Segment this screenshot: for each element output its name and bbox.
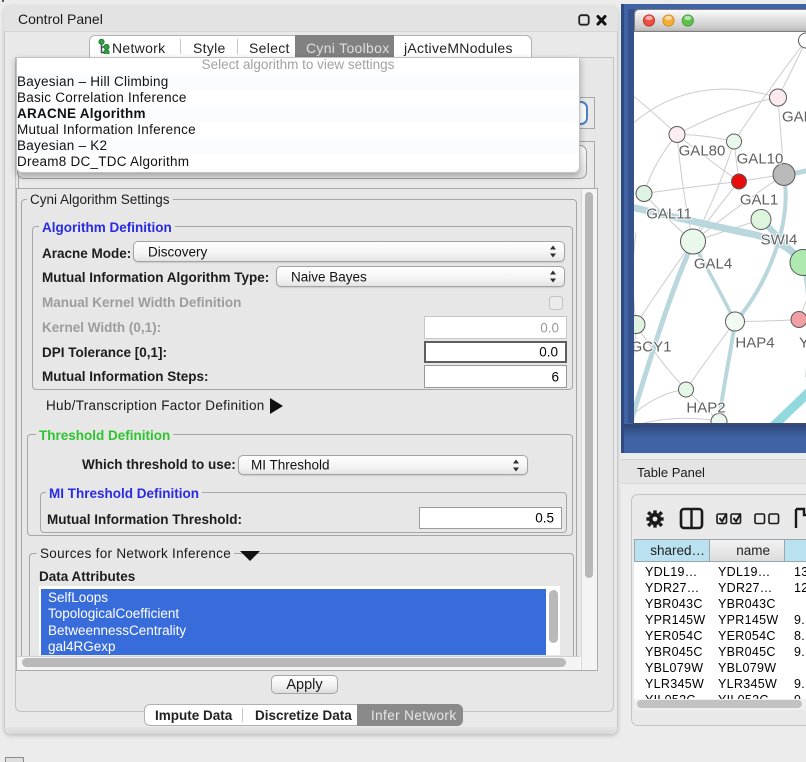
svg-text:SWI4: SWI4 — [761, 232, 798, 249]
svg-text:HAP2: HAP2 — [686, 400, 725, 417]
svg-text:GAL11: GAL11 — [646, 206, 692, 223]
svg-text:GAL4: GAL4 — [694, 256, 732, 273]
svg-text:HAP4: HAP4 — [735, 335, 774, 352]
svg-text:GAL80: GAL80 — [679, 143, 726, 160]
svg-text:GCY1: GCY1 — [634, 339, 671, 356]
svg-text:GAL1: GAL1 — [740, 192, 778, 209]
svg-text:Y: Y — [799, 335, 806, 352]
svg-text:GAL: GAL — [782, 109, 806, 126]
svg-text:GAL10: GAL10 — [737, 151, 784, 168]
